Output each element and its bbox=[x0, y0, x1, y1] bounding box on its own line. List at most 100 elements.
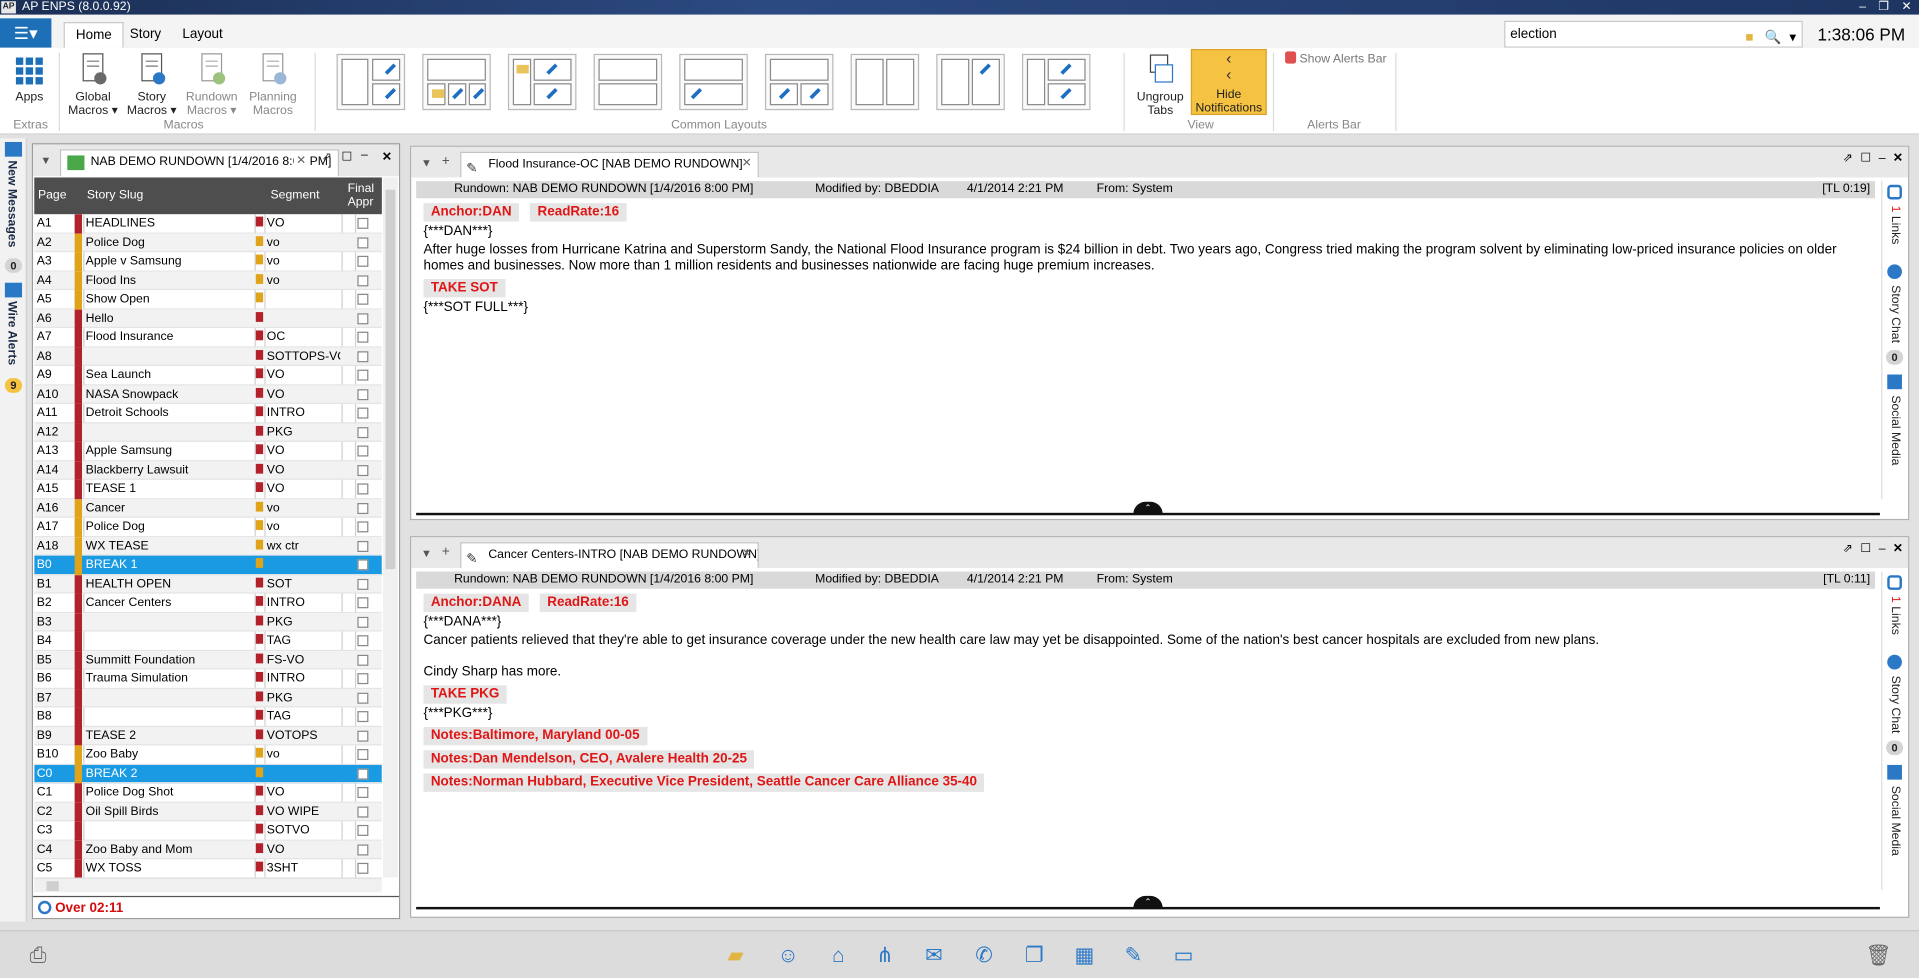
add-tab-icon[interactable]: + bbox=[442, 545, 450, 560]
search-input[interactable]: election ■ 🔍 ▾ bbox=[1504, 20, 1803, 50]
contacts-icon[interactable]: ☺ bbox=[775, 944, 802, 968]
close-icon[interactable]: ✕ bbox=[1901, 0, 1911, 15]
hide-notifications-button[interactable]: ‹ ‹ Hide Notifications bbox=[1190, 48, 1267, 115]
story-macros-button[interactable]: Story Macros ▾ bbox=[126, 50, 177, 117]
links-icon[interactable] bbox=[1887, 575, 1902, 590]
social-media-tab[interactable]: Social Media bbox=[1888, 786, 1901, 856]
search-icon[interactable]: 🔍 bbox=[1765, 26, 1782, 50]
table-row[interactable]: A5 Show Open bbox=[34, 290, 382, 310]
table-row[interactable]: B6 Trauma Simulation INTRO bbox=[34, 669, 382, 689]
story-tab[interactable]: ✎ Flood Insurance-OC [NAB DEMO RUNDOWN] bbox=[460, 151, 759, 178]
minimize-icon[interactable]: – bbox=[1879, 152, 1886, 165]
wire-alerts-icon[interactable] bbox=[4, 282, 23, 298]
windows-icon[interactable]: ❐ bbox=[1021, 944, 1048, 968]
folder-search-icon[interactable]: ▰ bbox=[722, 944, 749, 968]
table-row[interactable]: B5 Summitt Foundation FS-VO bbox=[34, 650, 382, 670]
table-row[interactable]: A7 Flood Insurance OC bbox=[34, 328, 382, 347]
table-row[interactable]: B3 PKG bbox=[34, 612, 382, 632]
layout-option-5[interactable] bbox=[679, 53, 748, 111]
final-approval-checkbox[interactable] bbox=[357, 407, 369, 419]
maximize-icon[interactable]: ☐ bbox=[1860, 542, 1871, 555]
table-row[interactable]: A13 Apple Samsung VO bbox=[34, 441, 382, 461]
final-approval-checkbox[interactable] bbox=[357, 843, 369, 855]
minimize-icon[interactable]: – bbox=[1859, 0, 1866, 15]
folder-icon[interactable]: ■ bbox=[1745, 26, 1753, 50]
table-row[interactable]: A10 NASA Snowpack VO bbox=[34, 384, 382, 404]
final-approval-checkbox[interactable] bbox=[357, 426, 369, 438]
table-row[interactable]: B9 TEASE 2 VOTOPS bbox=[34, 726, 382, 746]
segment-column-header[interactable]: Segment bbox=[267, 177, 319, 214]
table-row[interactable]: A2 Police Dog vo bbox=[34, 233, 382, 253]
plugin-icon[interactable]: ✎ bbox=[1120, 944, 1147, 968]
table-row[interactable]: B10 Zoo Baby vo bbox=[34, 745, 382, 765]
final-approval-checkbox[interactable] bbox=[357, 236, 369, 248]
chat-icon[interactable]: ✆ bbox=[971, 944, 998, 968]
table-row[interactable]: A18 WX TEASE wx ctr bbox=[34, 536, 382, 556]
table-row[interactable]: B2 Cancer Centers INTRO bbox=[34, 593, 382, 613]
table-row[interactable]: A11 Detroit Schools INTRO bbox=[34, 403, 382, 423]
story-chat-tab[interactable]: Story Chat bbox=[1888, 285, 1901, 343]
final-approval-checkbox[interactable] bbox=[357, 293, 369, 305]
splitter-handle[interactable]: ⌃ bbox=[1133, 501, 1163, 515]
final-approval-checkbox[interactable] bbox=[357, 521, 369, 533]
menu-button[interactable]: ☰▾ bbox=[0, 18, 52, 48]
layout-option-2[interactable] bbox=[422, 53, 491, 111]
final-approval-checkbox[interactable] bbox=[357, 388, 369, 400]
final-approval-checkbox[interactable] bbox=[357, 767, 369, 780]
final-approval-checkbox[interactable] bbox=[357, 730, 369, 742]
final-approval-checkbox[interactable] bbox=[357, 805, 369, 817]
scroll-thumb[interactable] bbox=[385, 189, 396, 570]
trash-icon[interactable]: 🗑 bbox=[1865, 944, 1892, 968]
table-row[interactable]: A16 Cancer vo bbox=[34, 498, 382, 518]
table-row[interactable]: C0 BREAK 2 bbox=[34, 764, 382, 784]
tab-layout[interactable]: Layout bbox=[171, 22, 233, 48]
final-approval-checkbox[interactable] bbox=[357, 559, 369, 571]
layout-option-1[interactable] bbox=[336, 53, 406, 111]
final-approval-checkbox[interactable] bbox=[357, 217, 369, 229]
messages-icon[interactable] bbox=[4, 141, 23, 157]
add-tab-icon[interactable]: + bbox=[442, 154, 450, 169]
story-tab[interactable]: ✎ Cancer Centers-INTRO [NAB DEMO RUNDOWN… bbox=[460, 542, 759, 568]
final-approval-checkbox[interactable] bbox=[357, 369, 369, 381]
final-approval-checkbox[interactable] bbox=[357, 692, 369, 704]
table-row[interactable]: B0 BREAK 1 bbox=[34, 555, 382, 575]
final-approval-checkbox[interactable] bbox=[357, 502, 369, 514]
wire-alerts-tab[interactable]: Wire Alerts bbox=[5, 301, 18, 365]
final-approval-checkbox[interactable] bbox=[357, 274, 369, 286]
table-row[interactable]: A4 Flood Ins vo bbox=[34, 271, 382, 291]
chat-icon[interactable] bbox=[1887, 264, 1902, 280]
final-approval-checkbox[interactable] bbox=[357, 578, 369, 590]
final-approval-checkbox[interactable] bbox=[357, 635, 369, 647]
planning-macros-button[interactable]: Planning Macros bbox=[246, 50, 300, 117]
final-approval-checkbox[interactable] bbox=[357, 350, 369, 362]
final-approval-checkbox[interactable] bbox=[357, 483, 369, 495]
table-row[interactable]: B7 PKG bbox=[34, 688, 382, 708]
final-approval-checkbox[interactable] bbox=[357, 540, 369, 552]
mail-icon[interactable]: ✉ bbox=[920, 944, 947, 968]
final-approval-checkbox[interactable] bbox=[357, 824, 369, 836]
final-approval-checkbox[interactable] bbox=[357, 445, 369, 457]
layout-option-9[interactable] bbox=[1021, 53, 1091, 111]
close-icon[interactable]: ✕ bbox=[1893, 542, 1903, 555]
maximize-icon[interactable]: ☐ bbox=[1860, 152, 1871, 165]
links-icon[interactable] bbox=[1887, 184, 1902, 200]
social-icon[interactable] bbox=[1887, 374, 1902, 390]
browser-icon[interactable]: ▭ bbox=[1170, 944, 1197, 968]
table-row[interactable]: B8 TAG bbox=[34, 707, 382, 727]
chat-icon[interactable] bbox=[1887, 654, 1902, 670]
social-icon[interactable] bbox=[1887, 764, 1902, 780]
table-row[interactable]: C2 Oil Spill Birds VO WIPE bbox=[34, 802, 382, 822]
social-media-tab[interactable]: Social Media bbox=[1888, 395, 1901, 465]
ungroup-tabs-button[interactable]: Ungroup Tabs bbox=[1133, 50, 1187, 117]
close-icon[interactable]: ✕ bbox=[382, 151, 392, 164]
tab-story[interactable]: Story bbox=[119, 22, 172, 48]
close-tab-icon[interactable]: ✕ bbox=[742, 157, 752, 170]
final-approval-checkbox[interactable] bbox=[357, 862, 369, 874]
final-approval-checkbox[interactable] bbox=[357, 312, 369, 324]
close-icon[interactable]: ✕ bbox=[1893, 152, 1903, 165]
calendar-icon[interactable]: ▦ bbox=[1071, 944, 1098, 968]
layout-option-6[interactable] bbox=[764, 53, 834, 111]
table-row[interactable]: C1 Police Dog Shot VO bbox=[34, 783, 382, 803]
close-tab-icon[interactable]: ✕ bbox=[742, 547, 752, 560]
minimize-icon[interactable]: – bbox=[361, 148, 368, 161]
